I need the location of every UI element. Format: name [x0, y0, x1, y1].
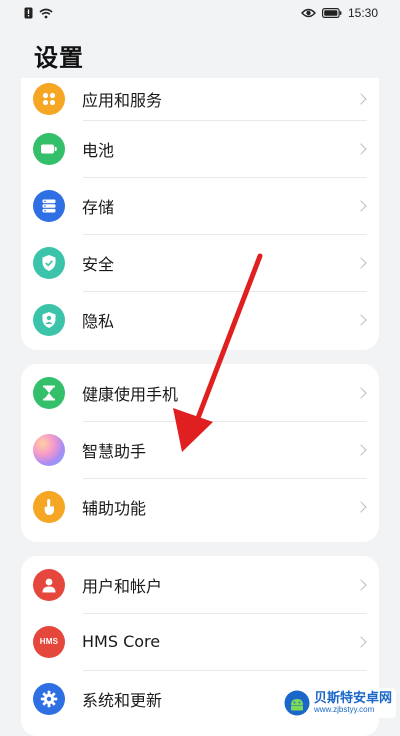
battery-icon — [33, 132, 65, 165]
chevron-right-icon — [355, 443, 367, 456]
settings-item-label: 健康使用手机 — [82, 384, 179, 404]
settings-item-label: 隐私 — [82, 311, 115, 331]
privacy-icon — [33, 303, 65, 336]
alert-icon — [24, 7, 33, 19]
wifi-icon — [39, 8, 53, 18]
settings-item-label: 安全 — [82, 254, 115, 274]
settings-item-security[interactable]: 安全 — [21, 234, 379, 291]
settings-item-digital-balance[interactable]: 健康使用手机 — [21, 364, 379, 421]
settings-item-users-accounts[interactable]: 用户和帐户 — [21, 556, 379, 613]
hourglass-icon — [33, 376, 65, 409]
settings-item-hms-core[interactable]: HMS HMS Core — [21, 613, 379, 670]
apps-icon — [33, 83, 65, 115]
settings-item-privacy[interactable]: 隐私 — [21, 291, 379, 348]
eye-icon — [301, 8, 316, 18]
hms-icon: HMS — [33, 625, 65, 658]
chevron-right-icon — [355, 635, 367, 648]
chevron-right-icon — [355, 500, 367, 513]
status-time: 15:30 — [347, 6, 378, 20]
page-title: 设置 — [34, 44, 84, 72]
chevron-right-icon — [355, 386, 367, 399]
watermark-url: www.zjbstyy.com — [313, 704, 375, 714]
storage-icon — [33, 189, 65, 222]
settings-item-label: 辅助功能 — [82, 498, 147, 518]
chevron-right-icon — [355, 199, 367, 212]
settings-item-storage[interactable]: 存储 — [21, 177, 379, 234]
gear-icon — [33, 682, 65, 715]
settings-item-label: 智慧助手 — [82, 441, 147, 461]
android-logo-icon — [284, 690, 310, 716]
settings-item-label: 电池 — [82, 140, 115, 160]
settings-item-label: HMS Core — [82, 632, 161, 651]
shield-icon — [33, 246, 65, 279]
settings-item-label: 应用和服务 — [82, 91, 163, 110]
chevron-right-icon — [355, 313, 367, 326]
status-left — [24, 7, 53, 19]
chevron-right-icon — [355, 142, 367, 155]
user-icon — [33, 568, 65, 601]
battery-icon — [321, 8, 342, 18]
watermark-text: 贝斯特安卓网 www.zjbstyy.com — [314, 692, 392, 714]
watermark-title: 贝斯特安卓网 — [313, 690, 392, 706]
chevron-right-icon — [355, 93, 367, 105]
hms-icon-text: HMS — [39, 637, 59, 646]
status-right: 15:30 — [301, 6, 378, 20]
chevron-right-icon — [355, 578, 367, 591]
accessibility-icon — [33, 490, 65, 523]
settings-item-label: 用户和帐户 — [82, 576, 163, 596]
settings-item-label: 系统和更新 — [82, 690, 163, 710]
chevron-right-icon — [355, 256, 367, 269]
settings-item-label: 存储 — [82, 197, 115, 217]
settings-item-smart-assistant[interactable]: 智慧助手 — [21, 421, 379, 478]
smart-assistant-icon — [33, 433, 65, 466]
settings-item-battery[interactable]: 电池 — [21, 120, 379, 177]
watermark: 贝斯特安卓网 www.zjbstyy.com — [279, 688, 396, 718]
settings-item-apps-services[interactable]: 应用和服务 — [21, 78, 379, 120]
settings-group-2: 健康使用手机 智慧助手 辅助功能 — [21, 364, 379, 542]
settings-item-accessibility[interactable]: 辅助功能 — [21, 478, 379, 535]
settings-group-1: 应用和服务 电池 存储 安全 隐私 — [21, 78, 379, 350]
status-bar: 15:30 — [0, 0, 400, 26]
